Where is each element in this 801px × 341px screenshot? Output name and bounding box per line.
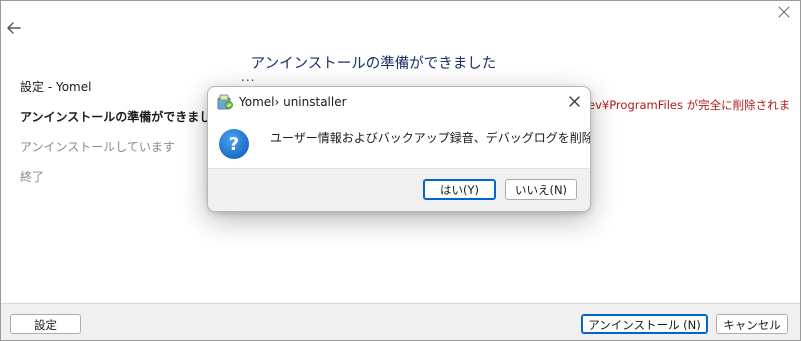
sidebar-step-ready: アンインストールの準備ができました xyxy=(20,110,224,124)
svg-text:?: ? xyxy=(229,134,239,155)
yes-button[interactable]: はい(Y) xyxy=(423,179,496,200)
page-title: アンインストールの準備ができました xyxy=(250,56,497,72)
confirm-dialog: Yomel› uninstaller ? ユーザー情報およびバックアップ録音、デ… xyxy=(207,86,591,212)
question-icon: ? xyxy=(219,129,249,159)
close-icon[interactable] xyxy=(776,4,792,20)
cancel-button[interactable]: キャンセル xyxy=(716,314,788,334)
sidebar-step-uninstalling: アンインストールしています xyxy=(20,140,175,154)
sidebar-step-finish: 終了 xyxy=(20,170,45,184)
sidebar-step-settings: 設定 - Yomel xyxy=(20,80,92,94)
installer-icon xyxy=(217,94,233,110)
footer-bar: 設定 アンインストール (N) キャンセル xyxy=(1,303,800,340)
close-icon[interactable] xyxy=(568,95,581,108)
dialog-message: ユーザー情報およびバックアップ録音、デバッグログを削除しますか？ xyxy=(270,131,590,145)
no-button[interactable]: いいえ(N) xyxy=(505,179,577,200)
uninstall-button[interactable]: アンインストール (N) xyxy=(581,314,708,334)
settings-button[interactable]: 設定 xyxy=(10,314,81,334)
progress-ellipsis: ... xyxy=(241,70,256,84)
dialog-button-bar: はい(Y) いいえ(N) xyxy=(208,168,590,211)
dialog-title: Yomel› uninstaller xyxy=(239,95,347,109)
dialog-titlebar[interactable]: Yomel› uninstaller xyxy=(208,87,590,117)
arrow-left-icon[interactable] xyxy=(5,19,23,37)
removal-warning-text: ev¥ProgramFiles が完全に削除されま xyxy=(588,98,791,112)
